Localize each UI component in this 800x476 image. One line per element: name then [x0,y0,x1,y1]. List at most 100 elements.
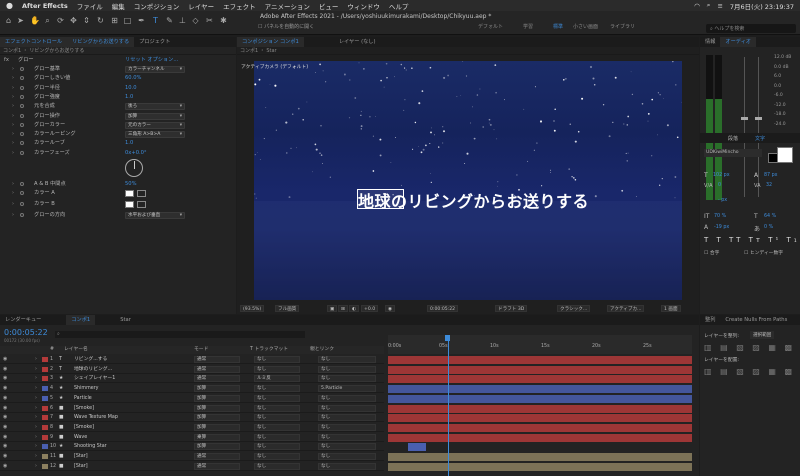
ligatures-checkbox[interactable]: ☐ 合字 [704,249,719,256]
help-search-input[interactable]: ⌕ ヘルプを検索 [706,24,796,33]
apple-icon[interactable]: ● [6,1,13,10]
stopwatch-icon[interactable] [20,141,24,146]
visibility-eye-icon[interactable]: ◉ [3,365,7,374]
layer-name[interactable]: リビング...する [74,355,122,364]
comp-subtab[interactable]: コンポ1 ・ Star [237,47,699,55]
label-color-swatch[interactable] [42,357,48,362]
label-color-swatch[interactable] [42,386,48,392]
menu-view[interactable]: ビュー [319,1,339,11]
visibility-eye-icon[interactable]: ◉ [3,384,7,393]
workspace-default[interactable]: デフォルト [478,23,503,30]
stopwatch-icon[interactable] [20,76,24,81]
parent-select[interactable]: なし [318,375,376,383]
puppet-tool-icon[interactable]: ✱ [219,16,228,25]
property-value[interactable]: 10.0 [125,84,137,93]
auto-open-checkbox[interactable]: ☐ パネルを自動的に開く [258,23,314,30]
label-color-swatch[interactable] [42,376,48,382]
track-matte-select[interactable]: ルミ反 [254,375,300,383]
stopwatch-icon[interactable] [20,67,24,71]
visibility-eye-icon[interactable]: ◉ [3,452,7,461]
label-color-swatch[interactable] [42,454,48,459]
stopwatch-icon[interactable] [20,122,24,127]
layer-duration-bar[interactable] [388,462,692,471]
renderer-select[interactable]: クラシック... [557,305,591,312]
tab-comp1[interactable]: コンポ1 [66,315,96,325]
caption-text[interactable]: 地球のリビングからお送りする [358,188,589,212]
align-target-select[interactable]: 選択範囲 [750,331,775,339]
clone-tool-icon[interactable]: ⊥ [178,16,187,25]
layer-name[interactable]: 地球のリビング... [74,365,122,374]
visibility-eye-icon[interactable]: ◉ [3,374,7,383]
label-color-swatch[interactable] [42,463,48,469]
blend-mode-select[interactable]: 加算 [194,394,240,402]
expand-chevron-icon[interactable]: › [12,180,14,189]
workspace-standard[interactable]: 標準 [553,23,563,30]
baseline-value[interactable]: -19 px [714,225,729,230]
type-tool-icon[interactable]: T [151,16,160,25]
track-matte-select[interactable]: なし [254,462,300,470]
stroke-width-value[interactable]: - px [718,198,727,203]
menu-edit[interactable]: 編集 [112,1,125,11]
parent-select[interactable]: なし [318,365,376,373]
expand-chevron-icon[interactable]: › [35,374,37,383]
layer-duration-bar[interactable] [388,356,692,364]
rotate-tool-icon[interactable]: ↻ [96,16,105,25]
layer-name[interactable]: Shooting Star [74,442,122,451]
current-time-display[interactable]: 0:00:05:22 [427,305,459,312]
visibility-eye-icon[interactable]: ◉ [3,394,7,403]
zoom-tool-icon[interactable]: ⌕ [43,16,52,25]
label-color-swatch[interactable] [42,366,48,372]
grid-toggle-icon[interactable]: ⊞ [338,305,348,312]
visibility-eye-icon[interactable]: ◉ [3,413,7,422]
pen-tool-icon[interactable]: ✒ [137,16,146,25]
layer-duration-bar[interactable] [388,375,692,384]
tab-project[interactable]: プロジェクト [134,37,175,47]
brush-tool-icon[interactable]: ✎ [165,16,174,25]
audio-slider-left[interactable] [741,57,748,197]
effect-reset-link[interactable]: リセット オプション... [125,56,178,65]
timeline-timecode[interactable]: 0:00:05:22 [4,328,48,337]
mask-toggle-icon[interactable]: ▣ [327,305,338,312]
expand-chevron-icon[interactable]: › [35,365,37,374]
expand-chevron-icon[interactable]: › [35,413,37,422]
blend-mode-select[interactable]: 加算 [194,423,240,431]
menu-file[interactable]: ファイル [77,1,103,11]
expand-chevron-icon[interactable]: › [12,200,14,209]
parent-select[interactable]: なし [318,462,376,470]
layer-row[interactable]: ◉ › 8 ■ [Smoke] 加算 なし なし [0,423,384,432]
stopwatch-icon[interactable] [20,213,24,218]
parent-select[interactable]: 5.Particle [318,385,376,393]
camera-select[interactable]: アクティブカ... [607,305,645,312]
visibility-eye-icon[interactable]: ◉ [3,462,7,471]
label-color-swatch[interactable] [42,395,48,401]
stopwatch-icon[interactable] [20,150,24,155]
tsume-value[interactable]: 0 % [764,225,773,230]
layer-search-input[interactable]: ⌕ [55,331,305,338]
kerning-value[interactable]: 0 [718,183,721,188]
stopwatch-icon[interactable] [20,113,24,118]
tab-render-queue[interactable]: レンダーキュー [0,315,46,325]
visibility-eye-icon[interactable]: ◉ [3,442,7,451]
tab-character[interactable]: 文字 [755,135,765,142]
fx-icon[interactable]: fx [4,56,9,65]
dolly-tool-icon[interactable]: ⇕ [82,16,91,25]
draft-3d-toggle[interactable]: ドラフト 3D [495,305,528,312]
vertical-scale-value[interactable]: 70 % [714,214,726,219]
track-matte-select[interactable]: なし [254,365,300,373]
layer-name[interactable]: Particle [74,394,122,403]
text-style-buttons[interactable]: T T TT Tт T¹ T₁ [704,236,800,244]
composition-viewer[interactable]: 地球のリビングからお送りする [254,61,682,300]
property-dropdown[interactable]: カラーチャンネル [125,66,185,73]
stopwatch-icon[interactable] [20,104,24,109]
orbit-tool-icon[interactable]: ⟳ [56,16,65,25]
tracking-value[interactable]: 32 [766,183,772,188]
expand-chevron-icon[interactable]: › [12,84,14,93]
font-size-value[interactable]: 102 px [713,173,730,178]
layer-name[interactable]: Shimmery [74,384,122,393]
menu-animation[interactable]: アニメーション [265,1,310,11]
expand-chevron-icon[interactable]: › [35,442,37,451]
phase-dial[interactable] [125,159,143,177]
expand-chevron-icon[interactable]: › [35,394,37,403]
track-matte-select[interactable]: なし [254,453,300,460]
track-matte-select[interactable]: なし [254,443,300,451]
